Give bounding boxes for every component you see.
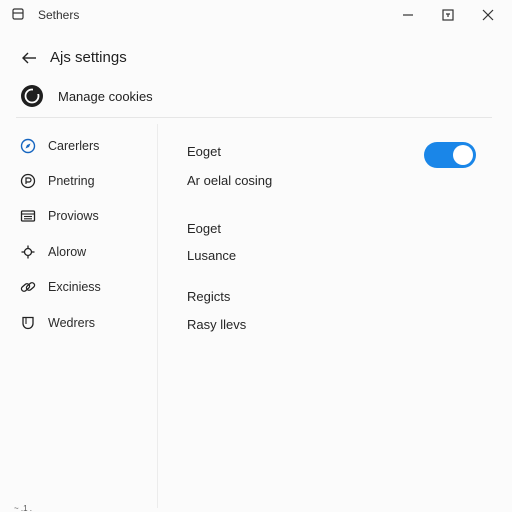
minimize-icon: [403, 14, 413, 16]
sidebar-item-proviows[interactable]: Proviows: [20, 203, 150, 229]
sidebar-item-label: Proviows: [48, 209, 99, 223]
section-1-title: Eoget: [187, 144, 221, 159]
header-divider: [16, 117, 492, 118]
section-2-subtitle: Lusance: [187, 248, 237, 263]
close-button[interactable]: [468, 0, 508, 30]
main-panel: Eoget Ar oelal cosing Eoget Lusance Regi…: [158, 124, 512, 512]
list-icon: [20, 210, 36, 222]
sparkle-icon: [21, 245, 35, 259]
sidebar-item-exciniess[interactable]: Exciniess: [20, 274, 150, 300]
toggle-knob: [453, 145, 473, 165]
manage-cookies-label: Manage cookies: [58, 88, 153, 104]
sidebar-item-label: Wedrers: [48, 316, 96, 330]
back-arrow-icon: [22, 52, 36, 64]
settings-window: Sethers Ajs settings Manage cookies Care…: [0, 0, 512, 512]
sidebar-item-pnetring[interactable]: Pnetring: [20, 168, 150, 194]
maximize-button[interactable]: [428, 0, 468, 30]
cookie-icon: [21, 85, 43, 107]
manage-cookies-link[interactable]: Manage cookies: [20, 84, 153, 108]
window-title: Sethers: [38, 8, 80, 22]
page-title: Ajs settings: [50, 49, 127, 66]
footer-text: ~ .1 .: [14, 504, 33, 512]
section-1-subtitle: Ar oelal cosing: [187, 173, 273, 188]
back-button[interactable]: [18, 48, 40, 68]
sidebar-item-label: Exciniess: [48, 280, 101, 294]
sidebar-item-wedrers[interactable]: Wedrers: [20, 310, 150, 336]
section-1-toggle[interactable]: [424, 142, 476, 168]
sidebar-item-label: Pnetring: [48, 174, 95, 188]
link-icon: [20, 282, 36, 292]
compass-icon: [20, 138, 36, 154]
section-3-title: Regicts: [187, 289, 231, 304]
title-bar: Sethers: [0, 0, 512, 30]
minimize-button[interactable]: [388, 0, 428, 30]
sidebar-item-label: Carerlers: [48, 139, 100, 153]
sidebar-item-carerlers[interactable]: Carerlers: [20, 133, 150, 159]
shield-icon: [22, 316, 34, 330]
app-icon: [12, 8, 24, 20]
sidebar-item-label: Alorow: [48, 245, 87, 259]
palette-icon: [20, 173, 36, 189]
maximize-icon: [442, 9, 454, 21]
section-3-subtitle: Rasy llevs: [187, 317, 247, 332]
sidebar-item-alorow[interactable]: Alorow: [20, 239, 150, 265]
section-2-title: Eoget: [187, 221, 221, 236]
close-icon: [482, 9, 494, 21]
